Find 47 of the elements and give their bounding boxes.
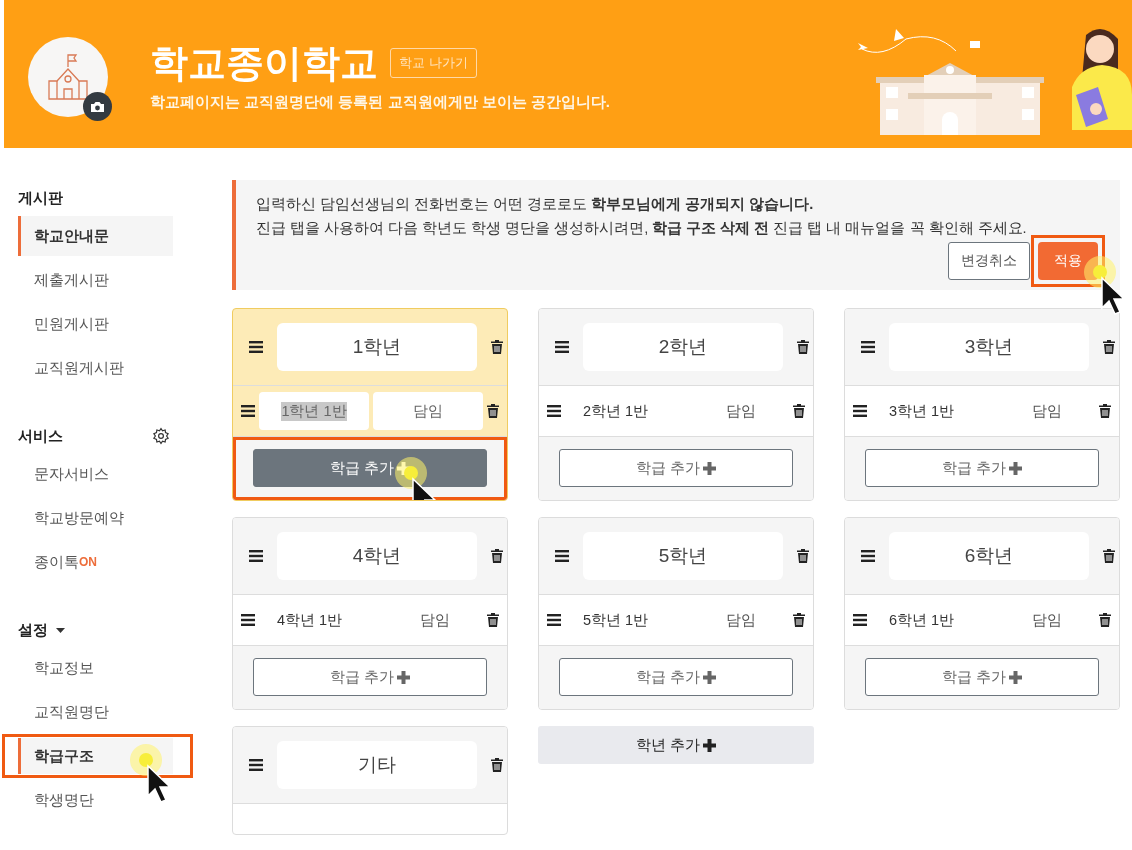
teacher-label[interactable]: 담임 (692, 610, 789, 630)
class-name[interactable]: 2학년 1반 (565, 401, 689, 421)
sidebar-item[interactable]: 제출게시판 (18, 260, 173, 300)
class-name[interactable]: 6학년 1반 (871, 610, 995, 630)
sidebar-item[interactable]: 학교방문예약 (18, 498, 173, 538)
sidebar-item[interactable]: 학교안내문 (18, 216, 173, 256)
teacher-label[interactable]: 담임 (692, 401, 789, 421)
add-class-button[interactable]: 학급 추가 (559, 449, 793, 487)
notice-text: 학교페이지는 교직원명단에 등록된 교직원에게만 보이는 공간입니다. (150, 93, 610, 112)
sidebar-item[interactable]: 학급구조 (18, 738, 173, 774)
class-name[interactable]: 3학년 1반 (871, 401, 995, 421)
notice-text: 진급 탭을 사용하여 다음 학년도 학생 명단을 생성하시려면, 학급 구조 삭제 전 진급 탭 내 매뉴얼을 꼭 확인해 주세요. (256, 219, 1028, 238)
sidebar-heading: 게시판 (18, 188, 63, 208)
grade-name-field[interactable]: 기타 (277, 741, 477, 789)
add-class-button[interactable]: 학급 추가 (865, 658, 1099, 696)
grade-name-field[interactable]: 4학년 (277, 532, 477, 580)
sidebar-item-label: 종이톡 (34, 552, 79, 572)
status-label: ON (79, 555, 97, 569)
sidebar-item[interactable]: 종이톡ON (18, 542, 173, 582)
add-grade-button[interactable]: 학년 추가 (538, 726, 814, 764)
add-class-button[interactable]: 학급 추가 (253, 449, 487, 487)
class-name[interactable]: 4학년 1반 (259, 610, 383, 630)
grade-name-field[interactable]: 6학년 (889, 532, 1089, 580)
add-class-button[interactable]: 학급 추가 (559, 658, 793, 696)
grade-name-field[interactable]: 2학년 (583, 323, 783, 371)
teacher-label[interactable]: 담임 (386, 610, 483, 630)
add-class-button[interactable]: 학급 추가 (865, 449, 1099, 487)
sidebar-item[interactable]: 학교정보 (18, 648, 173, 688)
cancel-button[interactable]: 변경취소 (948, 242, 1030, 280)
add-class-button[interactable]: 학급 추가 (253, 658, 487, 696)
sidebar-item[interactable]: 학생명단 (18, 780, 173, 820)
teacher-label[interactable]: 담임 (998, 401, 1095, 421)
grade-name-field[interactable]: 1학년 (277, 323, 477, 371)
grade-name-field[interactable]: 3학년 (889, 323, 1089, 371)
school-name: 학교종이학교 (150, 41, 378, 86)
sidebar-item[interactable]: 민원게시판 (18, 304, 173, 344)
sidebar-item[interactable]: 문자서비스 (18, 454, 173, 494)
sidebar-item[interactable]: 교직원게시판 (18, 348, 173, 388)
grade-name-field[interactable]: 5학년 (583, 532, 783, 580)
sidebar-heading: 설정 (18, 620, 48, 640)
class-name-field[interactable]: 1학년 1반 (259, 392, 369, 430)
class-name[interactable]: 5학년 1반 (565, 610, 689, 630)
teacher-label[interactable]: 담임 (998, 610, 1095, 630)
teacher-field[interactable]: 담임 (373, 392, 483, 430)
sidebar-item[interactable]: 교직원명단 (18, 692, 173, 732)
notice-text: 입력하신 담임선생님의 전화번호는 어떤 경로로도 학부모님에게 공개되지 않습니다. (256, 195, 815, 214)
sidebar-heading: 서비스 (18, 426, 63, 446)
